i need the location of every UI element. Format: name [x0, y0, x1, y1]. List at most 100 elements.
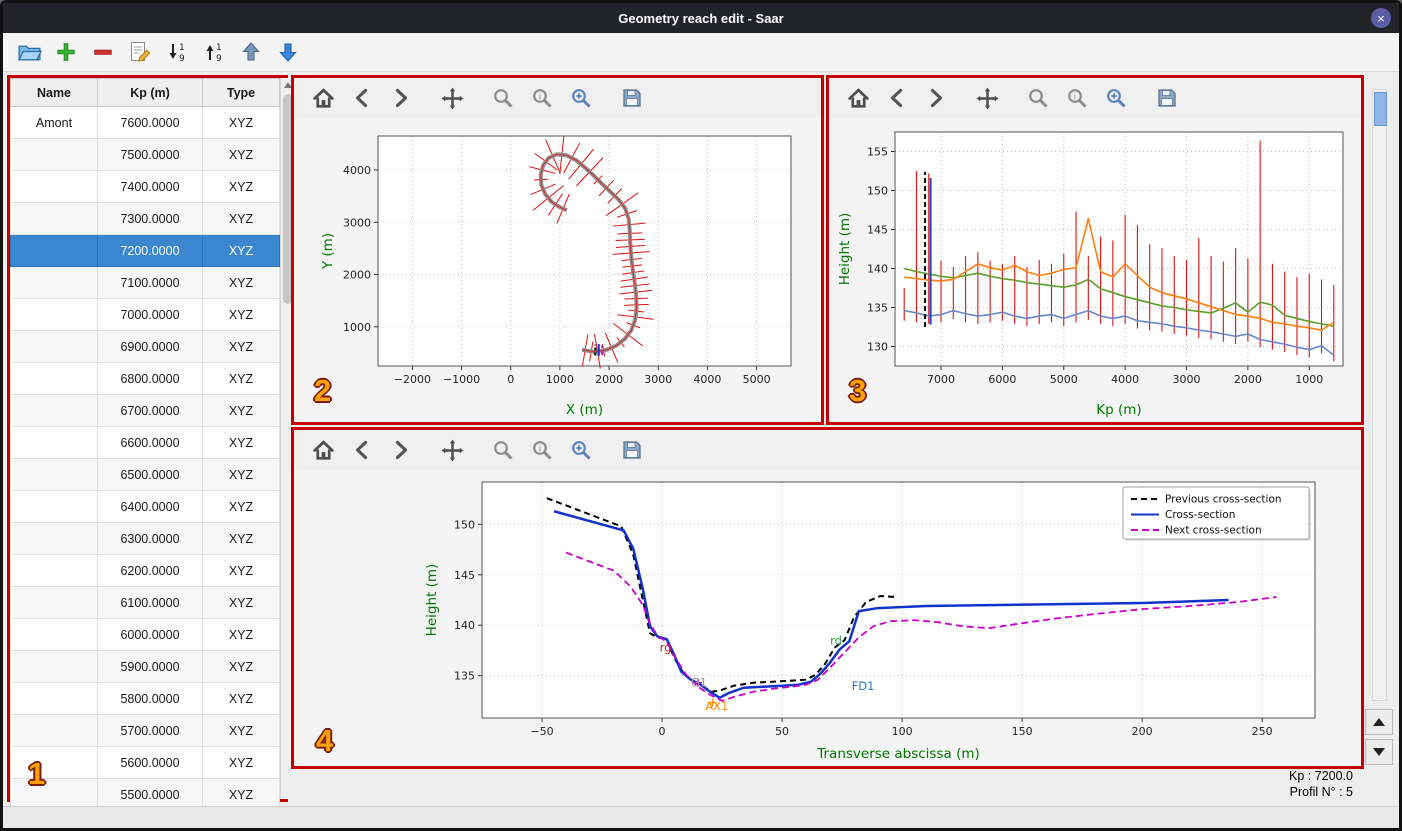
- cell-name[interactable]: [10, 362, 98, 395]
- cell-type[interactable]: XYZ: [202, 170, 280, 203]
- move-up-button[interactable]: [237, 38, 265, 66]
- cell-type[interactable]: XYZ: [202, 746, 280, 779]
- table-row[interactable]: 7200.0000 XYZ: [10, 234, 280, 267]
- zoom-rect-button[interactable]: [568, 437, 594, 463]
- table-row[interactable]: 7500.0000 XYZ: [10, 138, 280, 171]
- cell-kp[interactable]: 5700.0000: [97, 714, 203, 747]
- table-row[interactable]: 5900.0000 XYZ: [10, 650, 280, 683]
- cell-type[interactable]: XYZ: [202, 266, 280, 299]
- cross-section-table[interactable]: Name Kp (m) Type Amont 7600.0000 XYZ 7500.000…: [10, 78, 280, 828]
- save-button[interactable]: [619, 85, 645, 111]
- table-row[interactable]: 6200.0000 XYZ: [10, 554, 280, 587]
- cell-name[interactable]: [10, 586, 98, 619]
- table-row[interactable]: 5800.0000 XYZ: [10, 682, 280, 715]
- cell-type[interactable]: XYZ: [202, 586, 280, 619]
- table-row[interactable]: 6600.0000 XYZ: [10, 426, 280, 459]
- column-header-name[interactable]: Name: [10, 78, 98, 107]
- cell-kp[interactable]: 7600.0000: [97, 106, 203, 139]
- cell-type[interactable]: XYZ: [202, 618, 280, 651]
- cell-kp[interactable]: 6600.0000: [97, 426, 203, 459]
- cell-name[interactable]: [10, 170, 98, 203]
- table-row[interactable]: 6300.0000 XYZ: [10, 522, 280, 555]
- cell-kp[interactable]: 6700.0000: [97, 394, 203, 427]
- home-button[interactable]: [310, 85, 336, 111]
- home-button[interactable]: [845, 85, 871, 111]
- add-button[interactable]: [52, 38, 80, 66]
- cell-name[interactable]: [10, 650, 98, 683]
- scroll-down-button[interactable]: [1365, 739, 1393, 765]
- sort-ascending-button[interactable]: 19: [200, 38, 228, 66]
- longitudinal-profile-chart[interactable]: 7000 6000 5000 4000 3000 2000 1000 130 135 140 145…: [829, 118, 1361, 422]
- right-scrollbar[interactable]: [1372, 89, 1387, 701]
- remove-button[interactable]: [89, 38, 117, 66]
- cell-kp[interactable]: 5600.0000: [97, 746, 203, 779]
- cell-kp[interactable]: 6200.0000: [97, 554, 203, 587]
- cell-kp[interactable]: 5900.0000: [97, 650, 203, 683]
- cell-type[interactable]: XYZ: [202, 458, 280, 491]
- cell-name[interactable]: [10, 458, 98, 491]
- cell-name[interactable]: [10, 202, 98, 235]
- table-row[interactable]: 6500.0000 XYZ: [10, 458, 280, 491]
- cell-type[interactable]: XYZ: [202, 426, 280, 459]
- table-row[interactable]: 6700.0000 XYZ: [10, 394, 280, 427]
- back-button[interactable]: [349, 85, 375, 111]
- pan-button[interactable]: [974, 85, 1000, 111]
- cell-type[interactable]: XYZ: [202, 202, 280, 235]
- cell-type[interactable]: XYZ: [202, 490, 280, 523]
- cell-type[interactable]: XYZ: [202, 714, 280, 747]
- cell-name[interactable]: [10, 618, 98, 651]
- table-row[interactable]: 5700.0000 XYZ: [10, 714, 280, 747]
- table-row[interactable]: 6000.0000 XYZ: [10, 618, 280, 651]
- cell-type[interactable]: XYZ: [202, 522, 280, 555]
- move-down-button[interactable]: [274, 38, 302, 66]
- cell-kp[interactable]: 6400.0000: [97, 490, 203, 523]
- save-button[interactable]: [1154, 85, 1180, 111]
- table-row[interactable]: 6400.0000 XYZ: [10, 490, 280, 523]
- home-button[interactable]: [310, 437, 336, 463]
- cell-type[interactable]: XYZ: [202, 298, 280, 331]
- close-button[interactable]: ×: [1371, 8, 1391, 28]
- cell-name[interactable]: [10, 330, 98, 363]
- cell-kp[interactable]: 7300.0000: [97, 202, 203, 235]
- zoom-button[interactable]: [1025, 85, 1051, 111]
- cell-type[interactable]: XYZ: [202, 106, 280, 139]
- cell-type[interactable]: XYZ: [202, 362, 280, 395]
- right-scrollbar-thumb[interactable]: [1374, 92, 1387, 126]
- cell-name[interactable]: [10, 266, 98, 299]
- cell-name[interactable]: [10, 394, 98, 427]
- table-row[interactable]: 6800.0000 XYZ: [10, 362, 280, 395]
- table-row[interactable]: Amont 7600.0000 XYZ: [10, 106, 280, 139]
- cell-name[interactable]: [10, 234, 98, 267]
- cell-kp[interactable]: 7200.0000: [97, 234, 203, 267]
- pan-button[interactable]: [439, 437, 465, 463]
- cell-name[interactable]: [10, 522, 98, 555]
- table-row[interactable]: 6900.0000 XYZ: [10, 330, 280, 363]
- open-folder-button[interactable]: [15, 38, 43, 66]
- cell-kp[interactable]: 7400.0000: [97, 170, 203, 203]
- cell-type[interactable]: XYZ: [202, 138, 280, 171]
- pan-button[interactable]: [439, 85, 465, 111]
- cell-name[interactable]: Amont: [10, 106, 98, 139]
- zoom-button[interactable]: [490, 85, 516, 111]
- cell-type[interactable]: XYZ: [202, 394, 280, 427]
- cell-kp[interactable]: 7500.0000: [97, 138, 203, 171]
- cell-type[interactable]: XYZ: [202, 554, 280, 587]
- cell-name[interactable]: [10, 298, 98, 331]
- cell-type[interactable]: XYZ: [202, 682, 280, 715]
- forward-button[interactable]: [388, 85, 414, 111]
- edit-button[interactable]: [126, 38, 154, 66]
- table-row[interactable]: 7000.0000 XYZ: [10, 298, 280, 331]
- zoom-button[interactable]: [490, 437, 516, 463]
- table-row[interactable]: 7100.0000 XYZ: [10, 266, 280, 299]
- sort-descending-button[interactable]: 19: [163, 38, 191, 66]
- table-row[interactable]: 7400.0000 XYZ: [10, 170, 280, 203]
- cell-kp[interactable]: 6800.0000: [97, 362, 203, 395]
- cell-kp[interactable]: 6100.0000: [97, 586, 203, 619]
- cell-kp[interactable]: 6000.0000: [97, 618, 203, 651]
- scroll-up-button[interactable]: [1365, 709, 1393, 735]
- table-row[interactable]: 7300.0000 XYZ: [10, 202, 280, 235]
- column-header-type[interactable]: Type: [202, 78, 280, 107]
- plan-view-chart[interactable]: −2000 −1000 0 1000 2000 3000 4000 5000 1000 2000 3…: [294, 118, 821, 422]
- cell-name[interactable]: [10, 554, 98, 587]
- cell-kp[interactable]: 7100.0000: [97, 266, 203, 299]
